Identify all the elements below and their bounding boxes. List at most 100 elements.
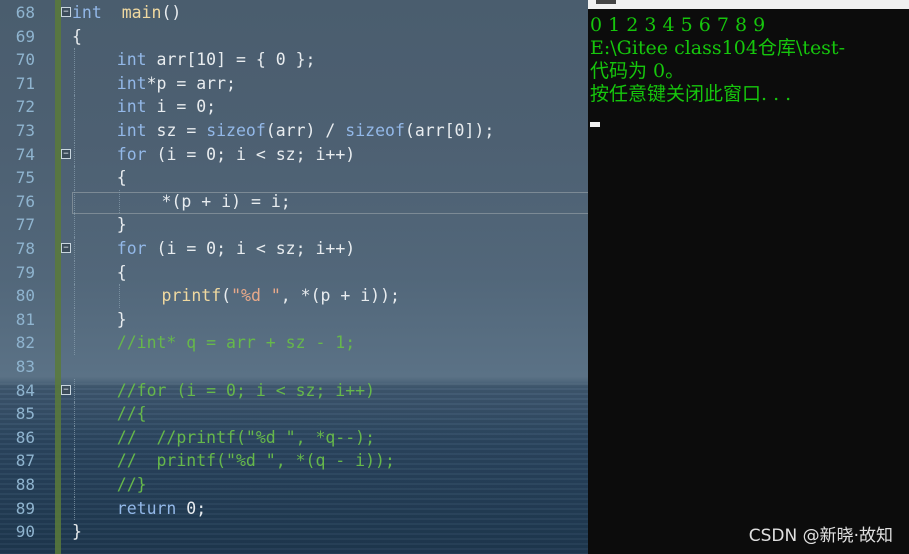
line-number: 87 bbox=[15, 451, 35, 471]
line-number: 81 bbox=[15, 309, 35, 329]
code-line[interactable]: 74 − for (i = 0; i < sz; i++) bbox=[0, 142, 588, 167]
collapse-icon[interactable]: − bbox=[61, 243, 71, 253]
code-text: // //printf("%d ", *q--); bbox=[117, 426, 375, 450]
code-line[interactable]: 87 // printf("%d ", *(q - i)); bbox=[0, 449, 588, 473]
code-token: ( bbox=[221, 286, 232, 306]
code-line[interactable]: 68 − int main() bbox=[0, 1, 588, 25]
code-token: sizeof bbox=[206, 121, 266, 140]
line-number: 68 bbox=[15, 3, 35, 22]
indent-guide bbox=[74, 425, 75, 450]
code-text: //} bbox=[117, 473, 147, 497]
console-cursor bbox=[590, 122, 600, 127]
indent-guide bbox=[74, 260, 75, 285]
code-line[interactable]: 89 return 0; bbox=[0, 496, 588, 521]
line-number: 72 bbox=[15, 97, 35, 117]
code-text: { bbox=[117, 261, 127, 285]
code-editor[interactable]: 68− int main() 69{70 int arr[10] = { 0 }; 71… bbox=[0, 0, 588, 554]
code-token: for bbox=[116, 144, 147, 164]
code-text: //{ bbox=[117, 402, 147, 426]
code-line[interactable]: 84 − //for (i = 0; i < sz; i++) bbox=[0, 378, 588, 403]
code-token: int bbox=[116, 121, 147, 140]
code-token: sz = bbox=[146, 121, 207, 140]
code-line[interactable]: 79 { bbox=[0, 260, 588, 285]
line-number: 71 bbox=[15, 73, 35, 93]
code-line[interactable]: 72 int i = 0; bbox=[0, 95, 588, 119]
indent-guide bbox=[74, 473, 75, 497]
code-line[interactable]: 80 printf("%d ", *(p + i)); bbox=[0, 284, 588, 308]
code-line[interactable]: 73 int sz = sizeof(arr) / sizeof(arr[0]); bbox=[0, 119, 588, 143]
code-text: for (i = 0; i < sz; i++) bbox=[117, 237, 355, 261]
line-number: 80 bbox=[15, 286, 35, 306]
code-token: sizeof bbox=[345, 121, 405, 140]
code-token: int bbox=[116, 97, 147, 117]
code-text: } bbox=[117, 308, 127, 332]
line-number: 88 bbox=[15, 475, 35, 494]
code-line[interactable]: 75 { bbox=[0, 166, 588, 190]
code-line[interactable]: 70 int arr[10] = { 0 }; bbox=[0, 48, 588, 72]
console-output-line: 按任意键关闭此窗口. . . bbox=[590, 83, 792, 105]
watermark: CSDN @新晓·故知 bbox=[748, 526, 893, 546]
code-token: , *(p + i)); bbox=[280, 286, 400, 306]
code-line[interactable]: 83 bbox=[0, 355, 588, 379]
code-token: int bbox=[116, 73, 147, 93]
indent-guide bbox=[74, 284, 75, 308]
code-line[interactable]: 85 //{ bbox=[0, 402, 588, 426]
collapse-icon[interactable]: − bbox=[61, 148, 71, 159]
code-text: //for (i = 0; i < sz; i++) bbox=[117, 379, 375, 403]
code-token: //{ bbox=[116, 404, 147, 424]
code-text: int sz = sizeof(arr) / sizeof(arr[0]); bbox=[117, 119, 495, 143]
line-number: 75 bbox=[15, 168, 35, 188]
code-text: int i = 0; bbox=[117, 95, 216, 119]
code-token: for bbox=[116, 239, 147, 258]
console-window[interactable]: 0 1 2 3 4 5 6 7 8 9 E:\Gitee class104仓库\… bbox=[588, 0, 909, 554]
code-token: (arr[0]); bbox=[404, 121, 495, 140]
code-line[interactable]: 86 // //printf("%d ", *q--); bbox=[0, 425, 588, 450]
code-line[interactable]: 88 //} bbox=[0, 473, 588, 497]
line-number: 74 bbox=[15, 144, 35, 164]
indent-guide bbox=[74, 142, 75, 167]
console-output-line: E:\Gitee class104仓库\test- bbox=[590, 37, 845, 59]
code-token: } bbox=[116, 309, 127, 329]
code-text: int*p = arr; bbox=[117, 72, 236, 96]
code-line[interactable]: 90} bbox=[0, 520, 588, 544]
code-token: int bbox=[72, 3, 102, 22]
line-number: 76 bbox=[15, 191, 35, 211]
console-title-bar[interactable] bbox=[588, 0, 909, 9]
code-line[interactable]: 77} bbox=[0, 213, 588, 237]
code-line[interactable]: 82 //int* q = arr + sz - 1; bbox=[0, 331, 588, 355]
collapse-icon[interactable]: − bbox=[61, 7, 71, 17]
indent-guide bbox=[74, 496, 75, 521]
line-number: 89 bbox=[15, 498, 35, 518]
code-line[interactable]: 76 *(p + i) = i; bbox=[0, 189, 588, 214]
code-token: "%d " bbox=[231, 286, 281, 306]
code-token: // printf("%d ", *(q - i)); bbox=[116, 451, 395, 471]
code-line[interactable]: 78 − for (i = 0; i < sz; i++) bbox=[0, 237, 588, 261]
indent-guide bbox=[74, 237, 75, 261]
code-token: () bbox=[161, 3, 182, 22]
indent-guide bbox=[118, 284, 120, 308]
code-token: //int* q = arr + sz - 1; bbox=[116, 333, 356, 353]
code-text: int arr[10] = { 0 }; bbox=[117, 48, 316, 72]
code-token: arr[10] = { 0 }; bbox=[146, 50, 316, 70]
line-number: 69 bbox=[15, 26, 35, 46]
line-number: 84 bbox=[15, 380, 35, 400]
code-token: //} bbox=[116, 475, 147, 494]
code-text: return 0; bbox=[117, 497, 206, 521]
code-token: { bbox=[116, 262, 127, 282]
indent-guide bbox=[74, 95, 75, 119]
console-output-line: 0 1 2 3 4 5 6 7 8 9 bbox=[590, 14, 766, 36]
line-number: 83 bbox=[15, 357, 35, 376]
code-line[interactable]: 71 int*p = arr; bbox=[0, 71, 588, 96]
code-token: *(p + i) = i; bbox=[161, 191, 291, 211]
code-token: } bbox=[72, 522, 82, 542]
code-line[interactable]: 69 { bbox=[0, 25, 588, 49]
code-line[interactable]: 81} bbox=[0, 307, 588, 332]
line-number: 70 bbox=[15, 50, 35, 70]
line-number: 77 bbox=[15, 215, 35, 235]
line-number: 90 bbox=[15, 522, 35, 542]
indent-guide bbox=[74, 213, 75, 237]
indent-guide bbox=[74, 402, 75, 426]
collapse-icon[interactable]: − bbox=[61, 384, 71, 395]
code-token: (i = 0; i < sz; i++) bbox=[146, 144, 356, 164]
